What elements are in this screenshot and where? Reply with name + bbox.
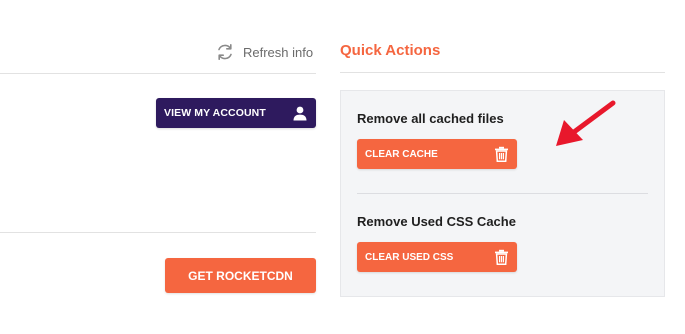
clear-cache-button[interactable]: CLEAR CACHE [357, 139, 517, 169]
trash-icon [495, 146, 508, 162]
clear-cache-label: CLEAR CACHE [365, 148, 438, 160]
clear-used-css-button[interactable]: CLEAR USED CSS [357, 242, 517, 272]
quick-actions-divider [340, 72, 665, 73]
refresh-info-link[interactable]: Refresh info [215, 40, 313, 64]
annotation-arrow-icon [556, 100, 616, 146]
remove-used-css-title: Remove Used CSS Cache [357, 214, 516, 229]
clear-used-css-label: CLEAR USED CSS [365, 251, 454, 263]
get-rocketcdn-label: GET ROCKETCDN [188, 268, 293, 283]
remove-cached-files-title: Remove all cached files [357, 111, 504, 126]
get-rocketcdn-button[interactable]: GET ROCKETCDN [165, 258, 316, 293]
view-my-account-label: VIEW MY ACCOUNT [164, 107, 266, 119]
quick-actions-title: Quick Actions [340, 42, 441, 59]
section-divider-top [0, 73, 316, 74]
refresh-info-label: Refresh info [243, 44, 314, 60]
quick-actions-separator [357, 193, 648, 194]
dashboard-page: Refresh info VIEW MY ACCOUNT GET ROCKETC… [0, 0, 685, 334]
refresh-icon [218, 43, 232, 61]
trash-icon [495, 249, 508, 265]
view-my-account-button[interactable]: VIEW MY ACCOUNT [156, 98, 316, 128]
section-divider-middle [0, 232, 316, 233]
user-icon [293, 106, 307, 121]
